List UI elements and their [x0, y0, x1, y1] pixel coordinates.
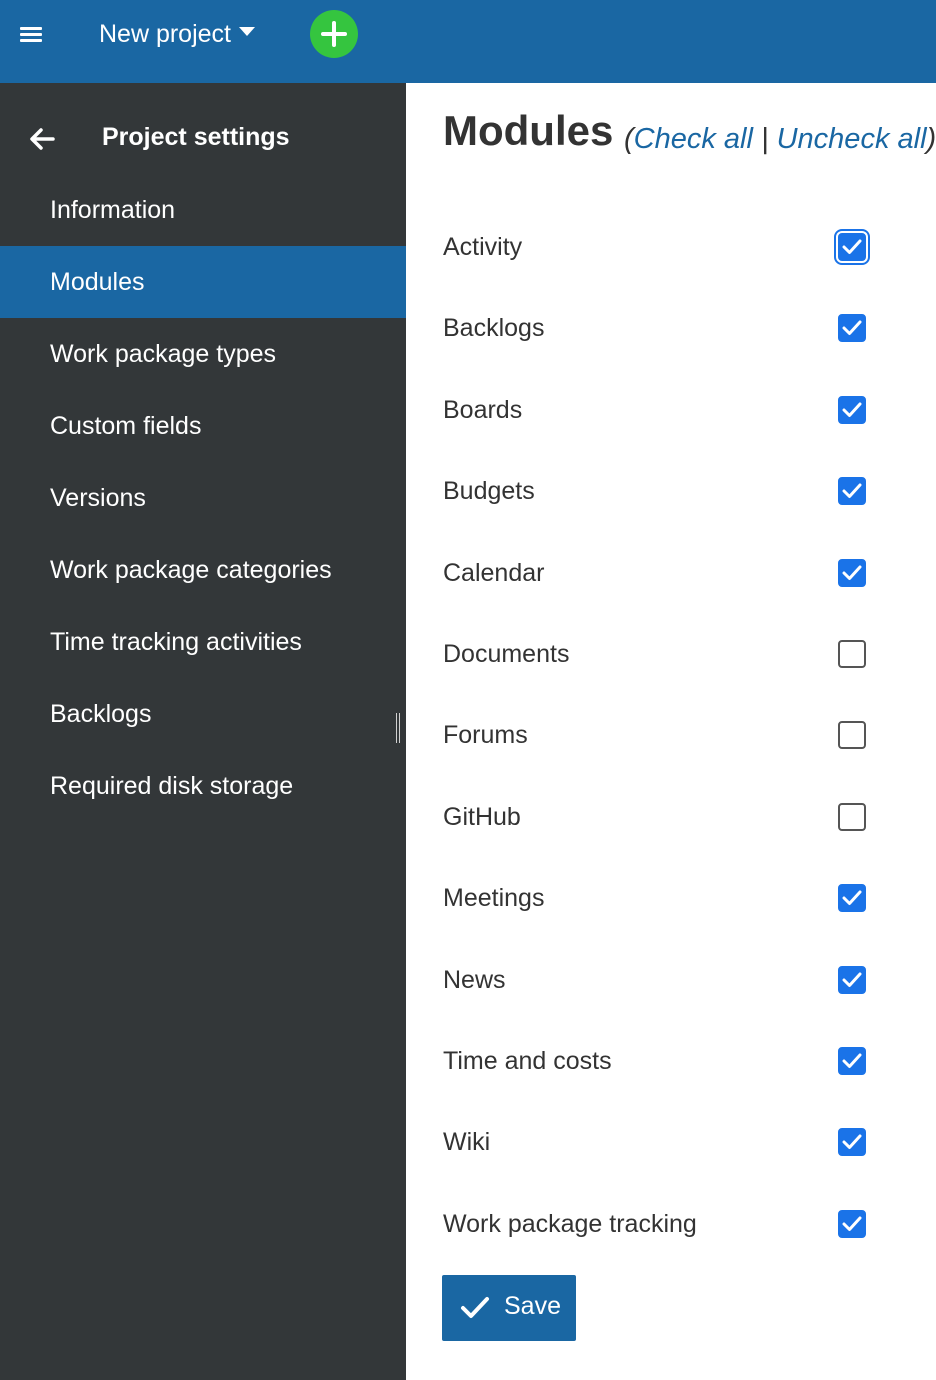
sidebar-item-custom-fields[interactable]: Custom fields: [0, 390, 406, 462]
module-checkbox-forums[interactable]: [838, 721, 866, 750]
module-label[interactable]: Wiki: [443, 1112, 490, 1172]
caret-down-icon: [239, 26, 255, 36]
sidebar-item-work-package-types[interactable]: Work package types: [0, 318, 406, 390]
module-label[interactable]: Time and costs: [443, 1031, 612, 1091]
sidebar-title: Project settings: [102, 123, 290, 151]
module-checkbox-activity[interactable]: [834, 229, 870, 265]
module-row: Budgets: [406, 461, 936, 521]
module-row: Work package tracking: [406, 1194, 936, 1254]
module-row: Forums: [406, 705, 936, 765]
module-label[interactable]: Activity: [443, 217, 522, 277]
checkmark-icon: [461, 1297, 489, 1318]
module-row: Boards: [406, 380, 936, 440]
module-label[interactable]: News: [443, 950, 506, 1010]
module-checkbox-budgets[interactable]: [838, 477, 866, 506]
uncheck-all-link[interactable]: Uncheck all: [777, 123, 927, 155]
module-label[interactable]: Meetings: [443, 868, 544, 928]
sidebar-item-versions[interactable]: Versions: [0, 462, 406, 534]
module-checkbox-backlogs[interactable]: [838, 314, 866, 343]
module-checkbox-work-package-tracking[interactable]: [838, 1209, 866, 1238]
module-row: Documents: [406, 624, 936, 684]
hamburger-menu-icon[interactable]: [18, 24, 46, 46]
module-label[interactable]: Budgets: [443, 461, 535, 521]
module-checkbox-documents[interactable]: [838, 640, 866, 668]
module-row: Wiki: [406, 1112, 936, 1172]
module-row: Time and costs: [406, 1031, 936, 1091]
sidebar-item-modules[interactable]: Modules: [0, 246, 406, 318]
module-label[interactable]: Documents: [443, 624, 569, 684]
module-label[interactable]: Boards: [443, 380, 522, 440]
module-checkbox-meetings[interactable]: [838, 884, 866, 913]
project-name: New project: [99, 19, 231, 48]
module-row: Meetings: [406, 868, 936, 928]
save-button-label: Save: [504, 1292, 561, 1320]
plus-circle-icon[interactable]: [310, 10, 358, 58]
sidebar-item-time-tracking-activities[interactable]: Time tracking activities: [0, 606, 406, 678]
module-row: GitHub: [406, 787, 936, 847]
main-content: Modules (Check all | Uncheck all) Activi…: [406, 83, 936, 1380]
page-title: Modules: [443, 107, 614, 154]
check-links: (Check all | Uncheck all): [624, 123, 936, 155]
check-all-link[interactable]: Check all: [634, 123, 753, 155]
module-label[interactable]: GitHub: [443, 787, 521, 847]
module-checkbox-wiki[interactable]: [838, 1128, 866, 1157]
module-label[interactable]: Backlogs: [443, 298, 544, 358]
module-checkbox-news[interactable]: [838, 965, 866, 994]
arrow-left-icon[interactable]: [28, 125, 56, 153]
sidebar-resize-handle[interactable]: [395, 713, 401, 743]
sidebar-item-information[interactable]: Information: [0, 174, 406, 246]
module-row: Backlogs: [406, 298, 936, 358]
top-header-bar: New project: [0, 0, 936, 83]
module-label[interactable]: Work package tracking: [443, 1194, 697, 1254]
module-row: Calendar: [406, 543, 936, 603]
module-checkbox-time-and-costs[interactable]: [838, 1047, 866, 1075]
sidebar-item-required-disk-storage[interactable]: Required disk storage: [0, 750, 406, 822]
sidebar-header: Project settings: [0, 103, 406, 175]
module-checkbox-boards[interactable]: [838, 395, 866, 424]
module-row: Activity: [406, 217, 936, 277]
sidebar-item-backlogs[interactable]: Backlogs: [0, 678, 406, 750]
module-label[interactable]: Forums: [443, 705, 528, 765]
module-checkbox-calendar[interactable]: [838, 558, 866, 587]
sidebar: Project settings Information Modules Work …: [0, 83, 406, 1380]
module-row: News: [406, 950, 936, 1010]
module-checkbox-github[interactable]: [838, 802, 866, 831]
save-button[interactable]: Save: [442, 1275, 576, 1341]
module-label[interactable]: Calendar: [443, 543, 544, 603]
project-selector[interactable]: New project: [99, 19, 255, 49]
sidebar-item-work-package-categories[interactable]: Work package categories: [0, 534, 406, 606]
